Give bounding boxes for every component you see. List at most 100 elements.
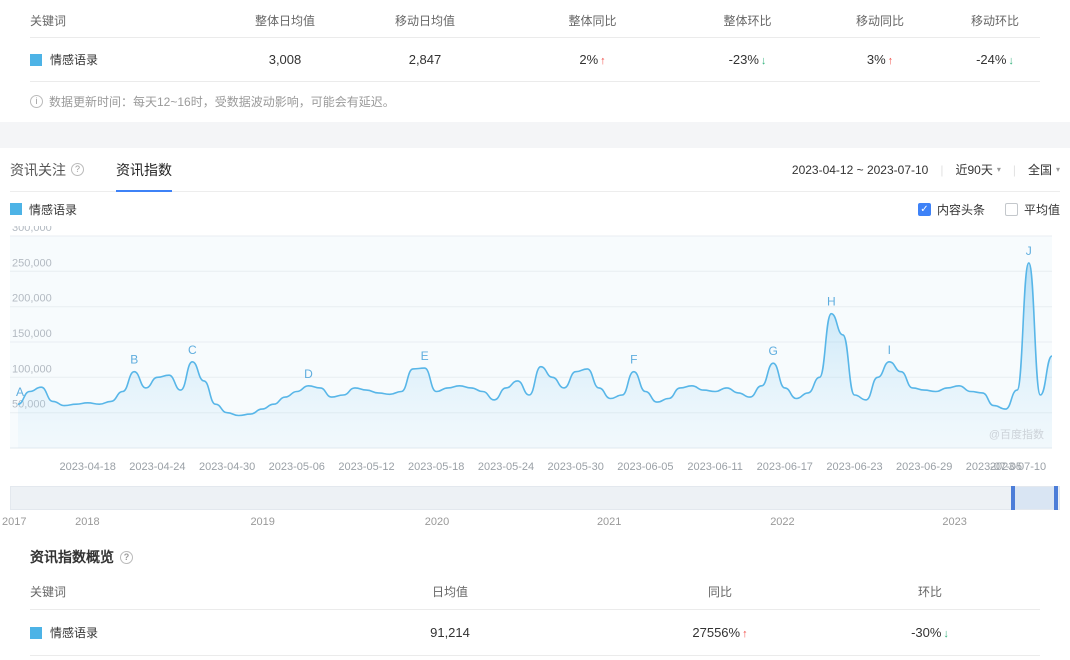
period-select[interactable]: 近90天 ▾ xyxy=(955,161,1000,178)
legend-keyword-label: 情感语录 xyxy=(29,202,78,217)
down-arrow-icon: ↓ xyxy=(1008,55,1014,67)
note-text: 数据更新时间：每天12~16时，受数据波动影响，可能会有延迟。 xyxy=(49,95,395,109)
svg-text:300,000: 300,000 xyxy=(12,226,52,234)
timeline-year-2023: 2023 xyxy=(942,516,967,528)
col-header-overall-daily: 整体日均值 xyxy=(254,14,315,28)
overall-daily-value: 3,008 xyxy=(268,52,302,67)
col-header-mobile-daily: 移动日均值 xyxy=(394,14,455,28)
svg-text:J: J xyxy=(1026,244,1032,258)
svg-text:2023-07-10: 2023-07-10 xyxy=(990,461,1046,473)
tab-news-index[interactable]: 资讯指数 xyxy=(116,148,172,192)
svg-text:G: G xyxy=(769,344,778,358)
legend-item-keyword[interactable]: 情感语录 xyxy=(10,201,77,218)
yoy-value: 27556% ↑ xyxy=(692,625,748,640)
stats-table-row: 情感语录 3,008 2,847 2% ↑ -23% ↓ 3% ↑ -24% ↓ xyxy=(30,38,1040,82)
checkbox-unchecked-icon[interactable] xyxy=(1004,202,1018,216)
slider-handle-right[interactable] xyxy=(1053,486,1058,510)
overall-mom-value: -23% ↓ xyxy=(728,52,767,67)
overview-table-header: 关键词 日均值 同比 环比 xyxy=(30,574,1040,610)
control-divider: | xyxy=(1012,162,1016,177)
svg-text:200,000: 200,000 xyxy=(12,293,52,305)
col-header-mom: 环比 xyxy=(917,585,942,599)
overview-title: 资讯指数概览 ? xyxy=(30,540,1040,574)
timeline-year-2018: 2018 xyxy=(75,516,100,528)
svg-text:2023-05-12: 2023-05-12 xyxy=(338,461,394,473)
keyword-cell[interactable]: 情感语录 xyxy=(30,624,280,641)
section-divider xyxy=(0,122,1070,148)
checkbox-content-headline[interactable]: ✓ 内容头条 xyxy=(917,201,985,218)
panel-tabs: 资讯关注 ? 资讯指数 2023-04-12 ~ 2023-07-10 | 近9… xyxy=(10,148,1060,192)
col-header-keyword: 关键词 xyxy=(30,585,67,599)
chart-options: ✓ 内容头条 平均值 xyxy=(917,201,1060,218)
checkbox-average[interactable]: 平均值 xyxy=(1004,201,1060,218)
timeline-slider[interactable] xyxy=(10,486,1060,510)
series-color-swatch xyxy=(30,53,42,66)
stats-table-header: 关键词 整体日均值 移动日均值 整体同比 整体环比 移动同比 移动环比 xyxy=(30,4,1040,38)
mom-value: -30% ↓ xyxy=(911,625,949,640)
col-header-yoy: 同比 xyxy=(707,585,732,599)
svg-text:2023-06-17: 2023-06-17 xyxy=(757,461,813,473)
up-arrow-icon: ↑ xyxy=(600,55,606,67)
timeline-year-2020: 2020 xyxy=(424,516,450,528)
mobile-yoy-value: 3% ↑ xyxy=(866,52,894,67)
svg-text:I: I xyxy=(888,343,891,357)
down-arrow-icon: ↓ xyxy=(943,628,949,640)
svg-text:2023-04-30: 2023-04-30 xyxy=(199,461,255,473)
svg-text:D: D xyxy=(304,367,313,381)
svg-text:H: H xyxy=(827,295,836,309)
svg-text:2023-05-24: 2023-05-24 xyxy=(478,461,534,473)
daily-avg-value: 91,214 xyxy=(430,625,470,640)
svg-text:2023-06-23: 2023-06-23 xyxy=(826,461,882,473)
timeline-year-2017: 2017 xyxy=(2,516,27,528)
mobile-mom-value: -24% ↓ xyxy=(976,52,1014,67)
timeline-year-2022: 2022 xyxy=(770,516,795,528)
chevron-down-icon: ▾ xyxy=(1055,165,1060,174)
data-update-note: i 数据更新时间：每天12~16时，受数据波动影响，可能会有延迟。 xyxy=(30,82,1040,122)
keyword-stats-section: 关键词 整体日均值 移动日均值 整体同比 整体环比 移动同比 移动环比 情感语录… xyxy=(0,0,1070,122)
keyword-cell[interactable]: 情感语录 xyxy=(30,51,220,68)
date-range-label: 2023-04-12 ~ 2023-07-10 xyxy=(791,162,929,177)
svg-text:B: B xyxy=(130,353,138,367)
col-header-mobile-yoy: 移动同比 xyxy=(855,14,904,28)
svg-text:E: E xyxy=(421,349,429,363)
col-header-mobile-mom: 移动环比 xyxy=(970,14,1019,28)
svg-text:150,000: 150,000 xyxy=(12,328,52,340)
overview-table-row: 情感语录 91,214 27556% ↑ -30% ↓ xyxy=(30,610,1040,656)
checkbox-checked-icon[interactable]: ✓ xyxy=(917,202,931,216)
timeline-year-2021: 2021 xyxy=(596,516,622,528)
chart-controls: 2023-04-12 ~ 2023-07-10 | 近90天 ▾ | 全国 ▾ xyxy=(792,161,1060,178)
col-header-overall-yoy: 整体同比 xyxy=(568,14,617,28)
chevron-down-icon: ▾ xyxy=(996,165,1001,174)
col-header-keyword: 关键词 xyxy=(30,14,67,28)
series-color-swatch xyxy=(10,203,22,215)
trend-chart[interactable]: 50,000100,000150,000200,000250,000300,00… xyxy=(10,226,1060,478)
svg-text:2023-06-11: 2023-06-11 xyxy=(687,461,742,473)
svg-text:250,000: 250,000 xyxy=(12,257,52,269)
series-color-swatch xyxy=(30,626,42,639)
help-icon[interactable]: ? xyxy=(71,163,84,176)
svg-text:2023-05-18: 2023-05-18 xyxy=(408,461,464,473)
svg-text:2023-04-18: 2023-04-18 xyxy=(60,461,116,473)
region-select[interactable]: 全国 ▾ xyxy=(1028,161,1060,178)
svg-text:2023-06-29: 2023-06-29 xyxy=(896,461,952,473)
svg-text:2023-06-05: 2023-06-05 xyxy=(617,461,673,473)
trend-chart-canvas[interactable]: 50,000100,000150,000200,000250,000300,00… xyxy=(10,226,1060,478)
col-header-overall-mom: 整体环比 xyxy=(723,14,772,28)
control-divider: | xyxy=(940,162,944,177)
help-icon[interactable]: ? xyxy=(120,550,133,564)
timeline-selection[interactable] xyxy=(1010,487,1055,509)
col-header-daily-avg: 日均值 xyxy=(431,585,468,599)
keyword-label: 情感语录 xyxy=(50,53,99,67)
chart-legend-row: 情感语录 ✓ 内容头条 平均值 xyxy=(10,192,1060,226)
overall-yoy-value: 2% ↑ xyxy=(579,52,606,67)
svg-text:F: F xyxy=(630,353,637,367)
svg-text:2023-04-24: 2023-04-24 xyxy=(129,461,185,473)
slider-handle-left[interactable] xyxy=(1010,486,1015,510)
svg-text:100,000: 100,000 xyxy=(12,363,52,375)
news-index-overview-section: 资讯指数概览 ? 关键词 日均值 同比 环比 情感语录 91,214 27556… xyxy=(0,532,1070,656)
timeline-year-2019: 2019 xyxy=(250,516,275,528)
up-arrow-icon: ↑ xyxy=(742,628,748,640)
keyword-label: 情感语录 xyxy=(50,626,99,640)
tab-news-attention[interactable]: 资讯关注 ? xyxy=(10,148,84,191)
info-icon: i xyxy=(30,95,43,108)
